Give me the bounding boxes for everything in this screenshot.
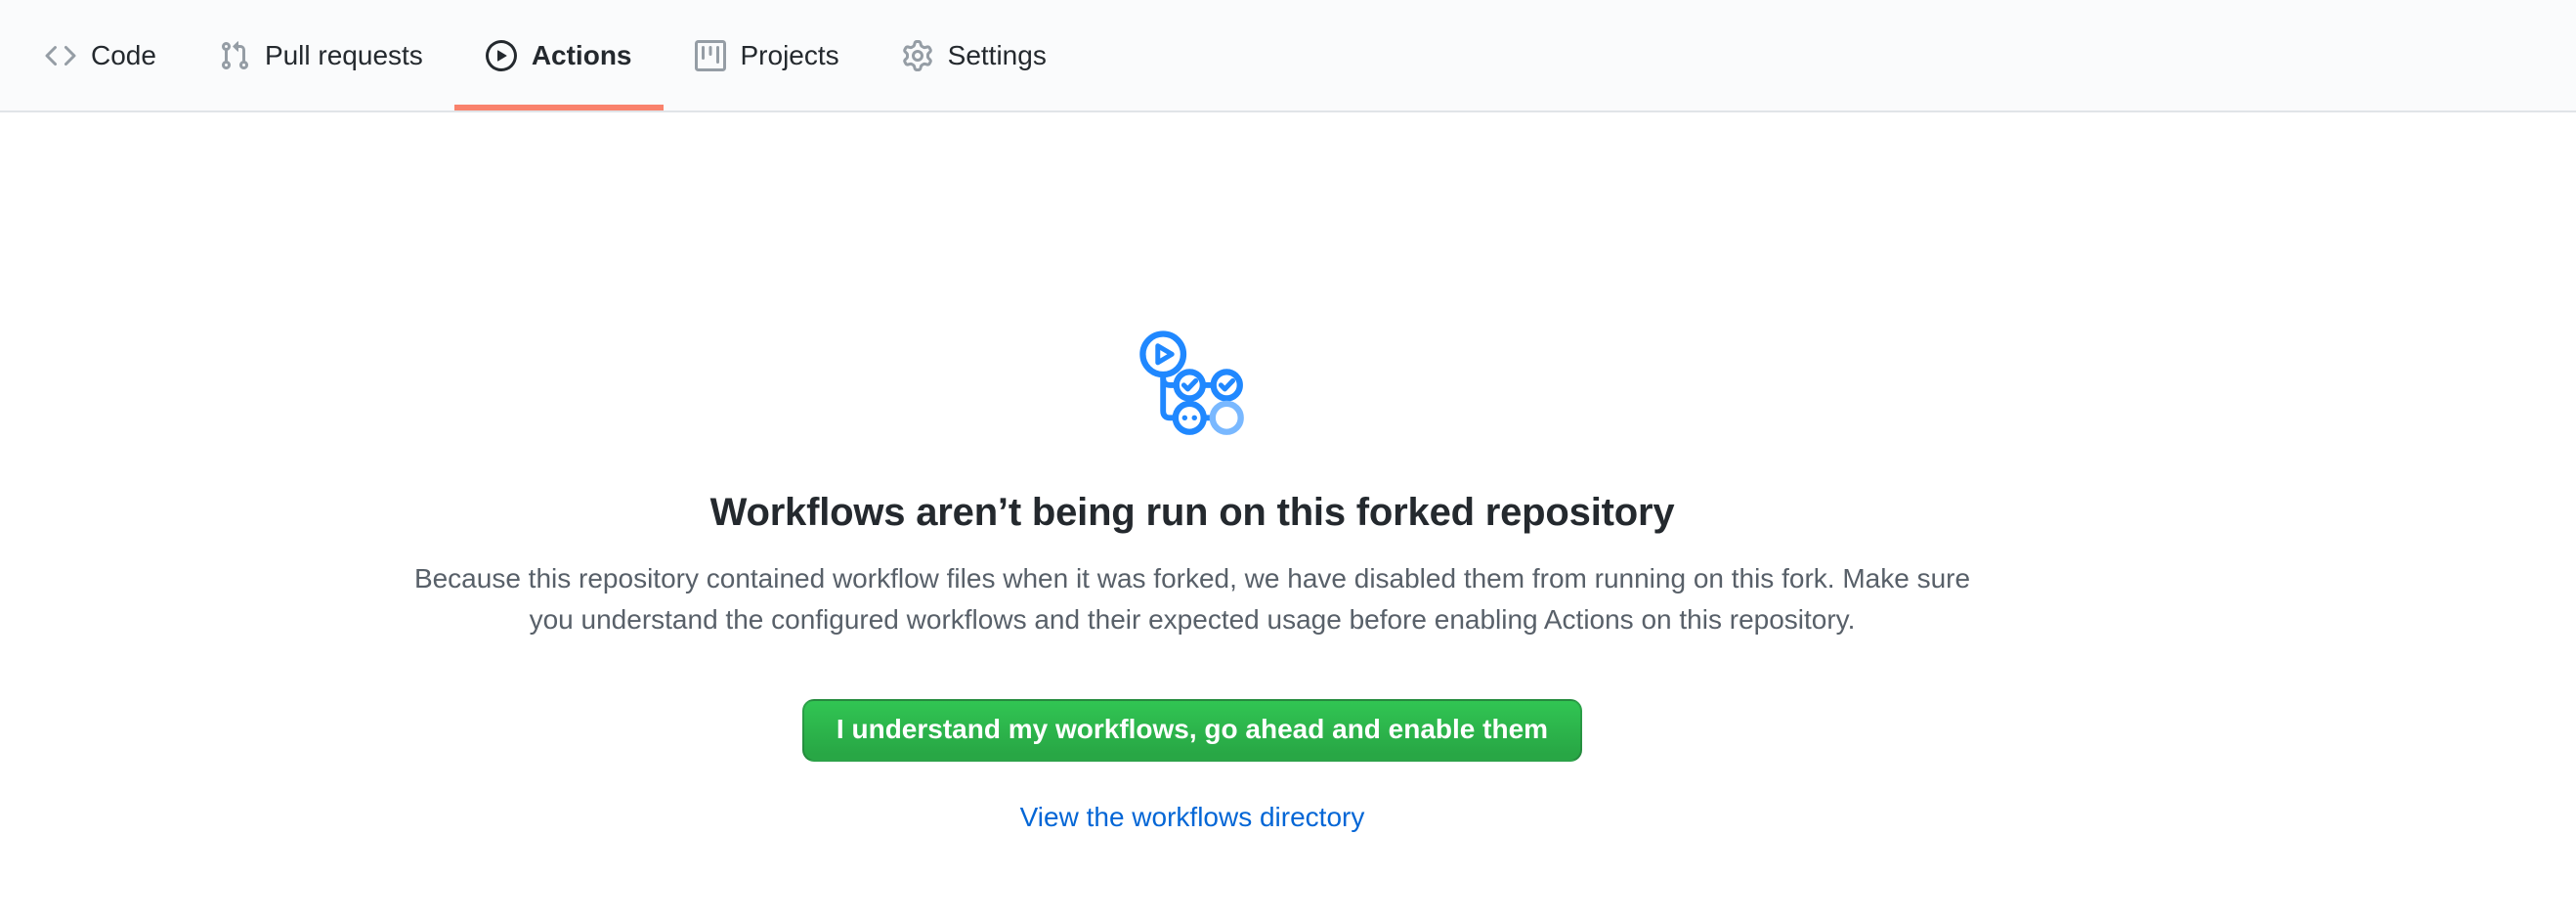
tab-label: Pull requests: [265, 42, 423, 69]
project-board-icon: [695, 40, 726, 71]
tab-label: Settings: [948, 42, 1047, 69]
actions-blankslate: Workflows aren’t being run on this forke…: [0, 112, 2384, 833]
play-circle-icon: [486, 40, 517, 71]
tab-projects[interactable]: Projects: [664, 0, 871, 110]
tab-settings[interactable]: Settings: [871, 0, 1078, 110]
repo-tab-bar: Code Pull requests Actions Projects Sett…: [0, 0, 2576, 112]
workflows-link-row: View the workflows directory: [0, 802, 2384, 833]
view-workflows-directory-link[interactable]: View the workflows directory: [1020, 802, 1365, 832]
git-pull-request-icon: [219, 40, 250, 71]
gear-icon: [902, 40, 933, 71]
tab-pull-requests[interactable]: Pull requests: [188, 0, 454, 110]
tab-actions[interactable]: Actions: [454, 0, 664, 110]
tab-label: Code: [91, 42, 156, 69]
enable-workflows-button[interactable]: I understand my workflows, go ahead and …: [802, 699, 1582, 762]
blankslate-title: Workflows aren’t being run on this forke…: [0, 491, 2384, 535]
tab-label: Actions: [532, 42, 632, 69]
workflow-graph-icon: [1138, 330, 1247, 439]
tab-label: Projects: [741, 42, 839, 69]
code-icon: [45, 40, 76, 71]
enable-button-row: I understand my workflows, go ahead and …: [0, 640, 2384, 762]
blankslate-description: Because this repository contained workfl…: [410, 558, 1974, 640]
tab-code[interactable]: Code: [14, 0, 188, 110]
